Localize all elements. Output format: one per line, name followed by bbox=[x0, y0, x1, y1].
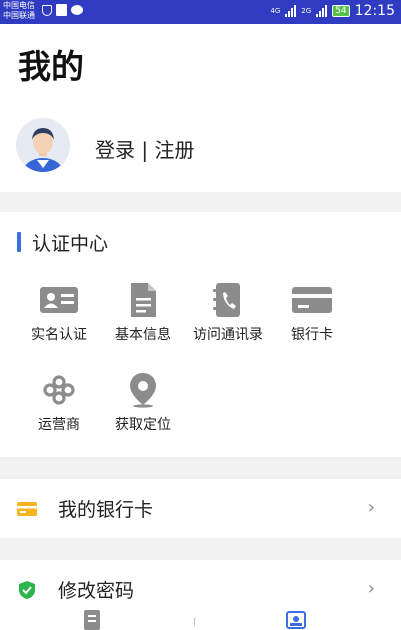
document-icon bbox=[131, 283, 156, 317]
section-divider bbox=[0, 192, 401, 212]
section-divider bbox=[0, 538, 401, 560]
grid-item-real-name[interactable]: 实名认证 bbox=[14, 282, 104, 352]
carrier-1: 中国电信 bbox=[3, 1, 35, 10]
carrier-labels: 中国电信 中国联通 bbox=[3, 1, 35, 21]
change-password-label: 修改密码 bbox=[58, 580, 135, 602]
grid-item-label: 实名认证 bbox=[31, 327, 87, 343]
contacts-book-icon bbox=[213, 283, 240, 317]
shield-status-icon bbox=[42, 4, 52, 16]
signal-2g-label: 2G bbox=[301, 7, 312, 15]
carrier-2: 中国联通 bbox=[3, 11, 35, 20]
wallet-card-icon bbox=[17, 502, 37, 516]
status-bar: 中国电信 中国联通 4G 2G 54 12:15 bbox=[0, 0, 401, 24]
signal-bars-1-icon bbox=[285, 5, 297, 17]
grid-item-carrier[interactable]: 运营商 bbox=[14, 372, 104, 442]
list-doc-icon[interactable] bbox=[80, 608, 104, 630]
certification-title: 认证中心 bbox=[32, 233, 109, 255]
grid-item-label: 访问通讯录 bbox=[193, 327, 263, 343]
wechat-icon bbox=[71, 5, 83, 15]
profile-card-icon[interactable] bbox=[284, 608, 308, 630]
grid-item-label: 银行卡 bbox=[291, 327, 333, 343]
carrier-knot-icon bbox=[43, 375, 75, 405]
id-card-icon bbox=[40, 287, 78, 313]
notification-doc-icon bbox=[56, 4, 67, 16]
chevron-right-icon: › bbox=[367, 497, 375, 518]
signal-4g-label: 4G bbox=[270, 7, 281, 15]
location-pin-icon bbox=[130, 373, 156, 408]
bottom-tab-bar bbox=[0, 602, 401, 630]
profile-login-row[interactable]: 登录 | 注册 bbox=[0, 110, 401, 190]
grid-item-bank-card[interactable]: 银行卡 bbox=[267, 282, 357, 352]
avatar-person-icon bbox=[16, 118, 70, 172]
grid-item-location[interactable]: 获取定位 bbox=[98, 372, 188, 442]
bank-card-icon bbox=[292, 287, 332, 313]
shield-check-icon bbox=[19, 581, 35, 599]
my-bank-card-row[interactable]: 我的银行卡 › bbox=[0, 481, 401, 537]
grid-item-label: 获取定位 bbox=[115, 417, 171, 433]
login-register-link[interactable]: 登录 | 注册 bbox=[95, 134, 194, 163]
avatar[interactable] bbox=[16, 118, 70, 172]
section-accent-bar bbox=[17, 232, 21, 252]
clock: 12:15 bbox=[354, 3, 395, 19]
signal-bars-2-icon bbox=[316, 5, 328, 17]
battery-icon: 54 bbox=[332, 5, 350, 17]
grid-item-label: 基本信息 bbox=[115, 327, 171, 343]
grid-item-contacts[interactable]: 访问通讯录 bbox=[183, 282, 273, 352]
page-title: 我的 bbox=[18, 47, 84, 86]
section-divider bbox=[0, 457, 401, 479]
tab-separator bbox=[194, 618, 195, 626]
grid-item-label: 运营商 bbox=[38, 417, 80, 433]
my-bank-card-label: 我的银行卡 bbox=[58, 499, 154, 521]
chevron-right-icon: › bbox=[367, 578, 375, 599]
grid-item-basic-info[interactable]: 基本信息 bbox=[98, 282, 188, 352]
certification-header: 认证中心 bbox=[0, 226, 401, 256]
